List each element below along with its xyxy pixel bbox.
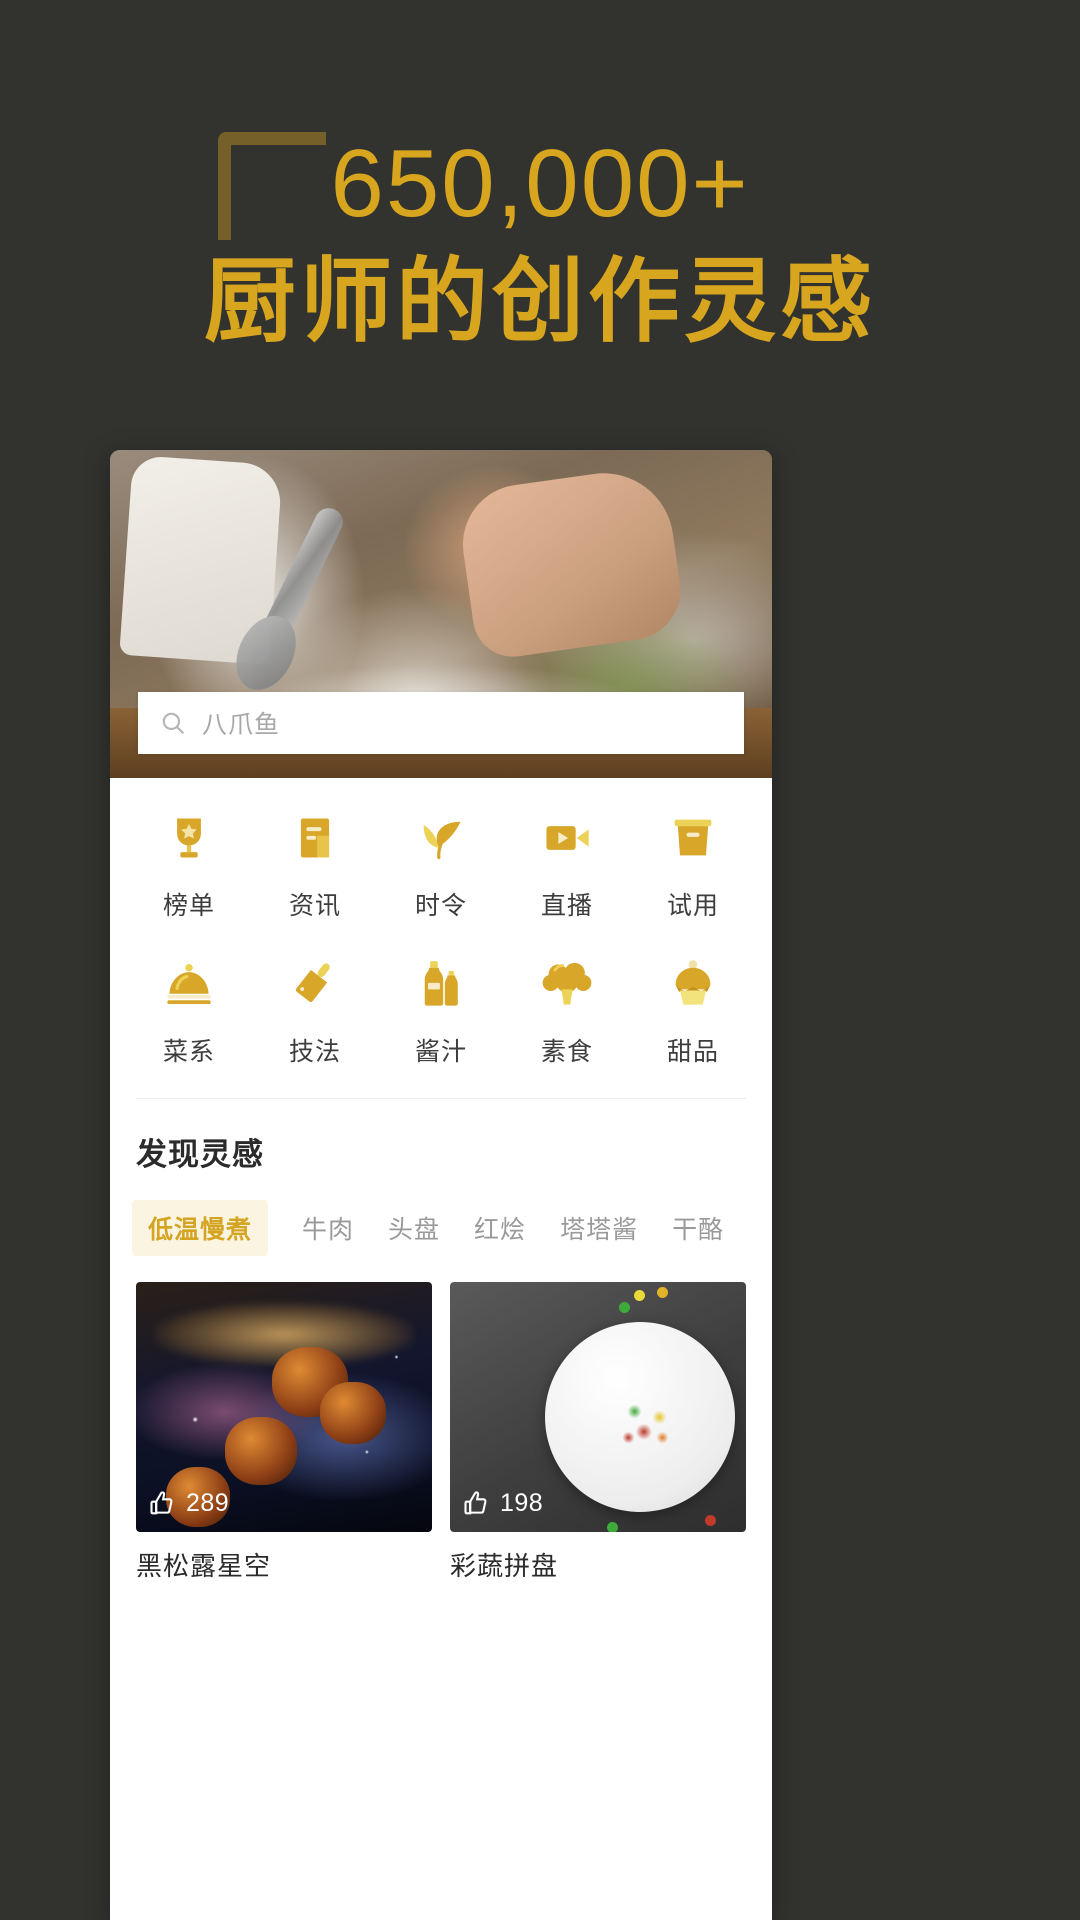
recipe-title: 彩蔬拼盘	[450, 1551, 559, 1581]
quick-link-label: 直播	[540, 892, 593, 920]
quick-link-live[interactable]: 直播	[504, 812, 630, 922]
like-badge: 289	[148, 1489, 229, 1518]
cloche-icon	[167, 963, 211, 1005]
quick-link-ranking[interactable]: 榜单	[126, 812, 252, 922]
like-count: 289	[186, 1489, 230, 1517]
quick-link-seasonal[interactable]: 时令	[378, 812, 504, 922]
recipe-card[interactable]: 289 黑松露星空	[136, 1282, 432, 1583]
hero-photo: 八爪鱼	[110, 450, 772, 778]
quick-link-label: 榜单	[162, 892, 215, 920]
quick-link-label: 技法	[288, 1038, 341, 1066]
sauce-bottle-icon	[424, 961, 458, 1006]
quick-link-vegetarian[interactable]: 素食	[504, 958, 630, 1068]
garnish-dot	[606, 1522, 618, 1532]
tab-braised[interactable]: 红烩	[474, 1200, 526, 1256]
search-icon	[162, 712, 184, 734]
search-bar[interactable]: 八爪鱼	[138, 692, 744, 754]
headline-number: 650,000+	[330, 130, 750, 237]
recipe-thumbnail: 289	[136, 1282, 432, 1532]
recipe-card-grid: 289 黑松露星空 198 彩蔬拼盘	[136, 1282, 746, 1583]
quick-link-dessert[interactable]: 甜品	[630, 958, 756, 1068]
like-badge: 198	[462, 1489, 543, 1518]
recipe-card[interactable]: 198 彩蔬拼盘	[450, 1282, 746, 1583]
headline-text: 厨师的创作灵感	[203, 251, 876, 353]
quick-link-trial[interactable]: 试用	[630, 812, 756, 922]
cleaver-icon	[295, 963, 330, 1003]
thumbs-up-icon	[464, 1490, 487, 1514]
garnish-dot	[704, 1514, 716, 1526]
headline-block: 650,000+ 厨师的创作灵感	[0, 128, 1080, 354]
quick-link-label: 甜品	[666, 1038, 719, 1066]
app-preview-card: 八爪鱼 榜单 资讯 时令 直播 试用 菜系 技法 酱汁 素食 甜品 发现灵感 低…	[110, 450, 772, 1920]
box-icon	[674, 819, 712, 856]
quick-link-label: 素食	[540, 1038, 593, 1066]
leaf-icon	[423, 821, 461, 860]
search-input-placeholder: 八爪鱼	[202, 711, 281, 739]
quick-link-news[interactable]: 资讯	[252, 812, 378, 922]
promo-screen: 650,000+ 厨师的创作灵感 八爪鱼 榜单 资讯 时令 直播 试用 菜系 技…	[0, 0, 1080, 1920]
quick-link-sauce[interactable]: 酱汁	[378, 958, 504, 1068]
tab-slow-cook[interactable]: 低温慢煮	[132, 1200, 269, 1256]
quick-link-label: 酱汁	[414, 1038, 467, 1066]
recipe-title: 黑松露星空	[136, 1551, 272, 1581]
category-tabs: 低温慢煮 牛肉 头盘 红烩 塔塔酱 干酪	[132, 1200, 746, 1256]
tab-beef[interactable]: 牛肉	[302, 1200, 354, 1256]
tab-appetizer[interactable]: 头盘	[388, 1200, 440, 1256]
food-item	[319, 1382, 386, 1444]
video-camera-icon	[546, 826, 589, 850]
garnish-dot	[618, 1302, 630, 1313]
cupcake-icon	[675, 960, 711, 1005]
food-item	[224, 1417, 297, 1485]
quick-links-grid: 榜单 资讯 时令 直播 试用 菜系 技法 酱汁 素食 甜品	[110, 778, 772, 1094]
quick-link-technique[interactable]: 技法	[252, 958, 378, 1068]
broccoli-icon	[542, 962, 592, 1005]
thumbs-up-icon	[150, 1490, 173, 1514]
quick-link-label: 菜系	[162, 1038, 215, 1066]
quick-link-label: 资讯	[288, 892, 341, 920]
tab-cheese[interactable]: 干酪	[672, 1200, 724, 1256]
section-title: 发现灵感	[136, 1137, 264, 1172]
document-icon	[300, 818, 330, 858]
discover-section: 发现灵感 低温慢煮 牛肉 头盘 红烩 塔塔酱 干酪 289 黑松露星空 198 …	[110, 1099, 772, 1583]
quick-link-cuisine[interactable]: 菜系	[126, 958, 252, 1068]
quick-link-label: 时令	[414, 892, 467, 920]
tab-tartar[interactable]: 塔塔酱	[560, 1200, 638, 1256]
like-count: 198	[500, 1489, 544, 1517]
garnish-dot	[633, 1289, 645, 1301]
garnish-dot	[657, 1287, 669, 1298]
quick-link-label: 试用	[666, 892, 719, 920]
recipe-thumbnail: 198	[450, 1282, 746, 1532]
trophy-icon	[177, 818, 201, 858]
